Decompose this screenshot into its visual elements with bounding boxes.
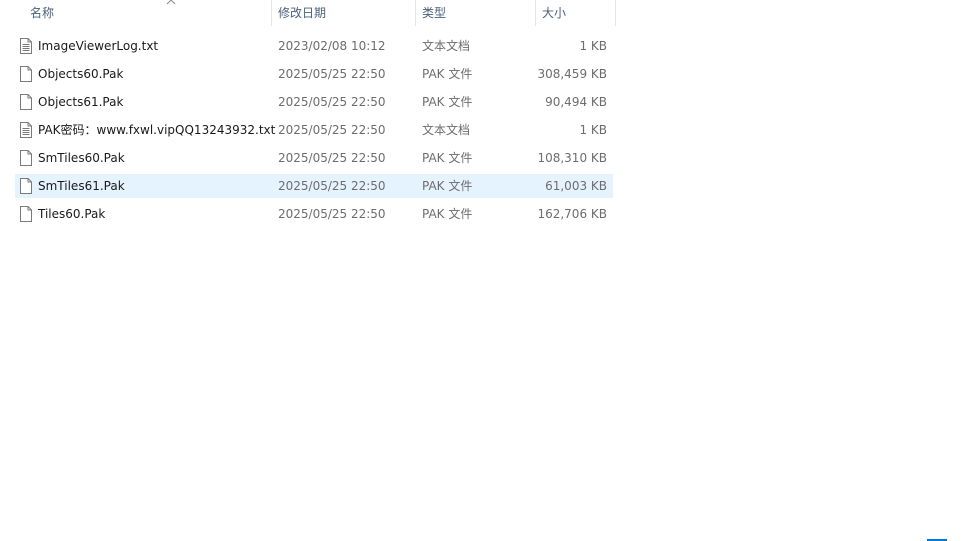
column-header-size-label: 大小 bbox=[542, 6, 567, 20]
column-header-bar: 名称 修改日期 类型 大小 bbox=[0, 0, 616, 26]
column-header-name[interactable]: 名称 bbox=[24, 0, 270, 26]
file-size: 90,494 KB bbox=[545, 95, 607, 109]
file-name: Objects61.Pak bbox=[38, 95, 124, 109]
blank-file-icon bbox=[20, 94, 32, 110]
file-date: 2025/05/25 22:50 bbox=[278, 95, 386, 109]
file-name: SmTiles61.Pak bbox=[38, 179, 125, 193]
file-date: 2025/05/25 22:50 bbox=[278, 179, 386, 193]
file-size: 61,003 KB bbox=[545, 179, 607, 193]
file-type: PAK 文件 bbox=[422, 151, 473, 165]
file-date: 2023/02/08 10:12 bbox=[278, 39, 386, 53]
file-row[interactable]: ImageViewerLog.txt 2023/02/08 10:12 文本文档… bbox=[15, 32, 613, 60]
file-row[interactable]: SmTiles60.Pak 2025/05/25 22:50 PAK 文件 10… bbox=[15, 144, 613, 172]
file-list-view[interactable]: 名称 修改日期 类型 大小 ImageViewerLog.txt 2023/02… bbox=[0, 0, 975, 541]
file-type: PAK 文件 bbox=[422, 95, 473, 109]
blank-file-icon bbox=[20, 206, 32, 222]
file-row[interactable]: SmTiles61.Pak 2025/05/25 22:50 PAK 文件 61… bbox=[15, 172, 613, 200]
blank-file-icon bbox=[20, 150, 32, 166]
text-file-icon bbox=[20, 38, 32, 54]
file-row[interactable]: Tiles60.Pak 2025/05/25 22:50 PAK 文件 162,… bbox=[15, 200, 613, 228]
sort-chevron-up-icon bbox=[166, 0, 176, 5]
file-row[interactable]: Objects60.Pak 2025/05/25 22:50 PAK 文件 30… bbox=[15, 60, 613, 88]
column-header-type[interactable]: 类型 bbox=[415, 0, 535, 26]
column-header-date[interactable]: 修改日期 bbox=[271, 0, 415, 26]
file-date: 2025/05/25 22:50 bbox=[278, 67, 386, 81]
column-header-size[interactable]: 大小 bbox=[535, 0, 616, 26]
file-size: 162,706 KB bbox=[537, 207, 607, 221]
file-name: PAK密码：www.fxwl.vipQQ13243932.txt bbox=[38, 123, 276, 137]
file-date: 2025/05/25 22:50 bbox=[278, 123, 386, 137]
file-size: 1 KB bbox=[579, 39, 607, 53]
column-header-name-label: 名称 bbox=[30, 6, 55, 20]
file-type: 文本文档 bbox=[422, 39, 471, 53]
file-rows: ImageViewerLog.txt 2023/02/08 10:12 文本文档… bbox=[15, 32, 613, 228]
file-size: 1 KB bbox=[579, 123, 607, 137]
file-name: ImageViewerLog.txt bbox=[38, 39, 159, 53]
file-size: 108,310 KB bbox=[537, 151, 607, 165]
file-row[interactable]: Objects61.Pak 2025/05/25 22:50 PAK 文件 90… bbox=[15, 88, 613, 116]
blank-file-icon bbox=[20, 66, 32, 82]
file-size: 308,459 KB bbox=[537, 67, 607, 81]
file-row[interactable]: PAK密码：www.fxwl.vipQQ13243932.txt 2025/05… bbox=[15, 116, 613, 144]
file-name: Objects60.Pak bbox=[38, 67, 124, 81]
file-date: 2025/05/25 22:50 bbox=[278, 151, 386, 165]
file-type: PAK 文件 bbox=[422, 179, 473, 193]
file-type: PAK 文件 bbox=[422, 67, 473, 81]
file-date: 2025/05/25 22:50 bbox=[278, 207, 386, 221]
column-header-type-label: 类型 bbox=[422, 6, 447, 20]
blank-file-icon bbox=[20, 178, 32, 194]
text-file-icon bbox=[20, 122, 32, 138]
file-name: Tiles60.Pak bbox=[38, 207, 106, 221]
file-name: SmTiles60.Pak bbox=[38, 151, 125, 165]
file-type: 文本文档 bbox=[422, 123, 471, 137]
file-type: PAK 文件 bbox=[422, 207, 473, 221]
column-header-date-label: 修改日期 bbox=[278, 6, 327, 20]
